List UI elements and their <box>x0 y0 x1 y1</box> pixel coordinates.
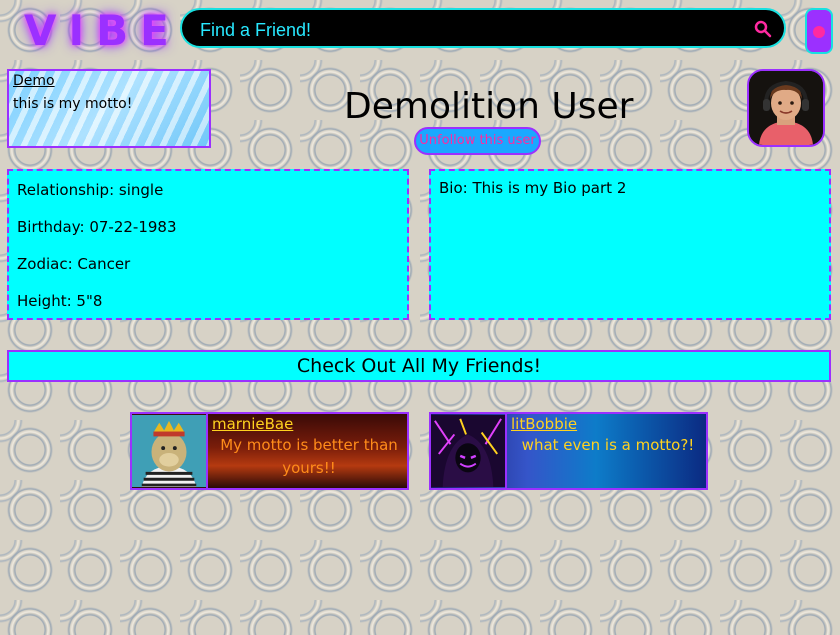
friend-avatar[interactable] <box>132 414 208 488</box>
friend-motto: My motto is better than yours!! <box>220 436 398 477</box>
friend-name[interactable]: litBobbie <box>511 415 577 433</box>
friend-name[interactable]: marnieBae <box>212 415 293 433</box>
motto-text: this is my motto! <box>13 96 133 112</box>
details-panel: Relationship: single Birthday: 07-22-198… <box>7 169 409 320</box>
avatar-icon <box>749 71 823 145</box>
search-input[interactable] <box>198 18 742 42</box>
relationship-text: Relationship: single <box>17 181 164 199</box>
search-icon[interactable] <box>754 20 772 38</box>
user-icon <box>813 26 825 38</box>
friend-motto: what even is a motto?! <box>521 436 695 454</box>
birthday-text: Birthday: 07-22-1983 <box>17 218 177 236</box>
friend-card[interactable]: marnieBae My motto is better than yours!… <box>130 412 409 490</box>
vibe-logo[interactable]: VIBE <box>24 6 174 55</box>
height-text: Height: 5"8 <box>17 292 103 310</box>
page-title: Demolition User <box>344 86 634 127</box>
profile-avatar <box>747 69 825 147</box>
bio-panel: Bio: This is my Bio part 2 <box>429 169 831 320</box>
friend-avatar[interactable] <box>431 414 507 488</box>
friends-banner: Check Out All My Friends! <box>7 350 831 382</box>
search-bar <box>180 8 786 48</box>
profile-menu-button[interactable] <box>805 8 833 54</box>
friend-card[interactable]: litBobbie what even is a motto?! <box>429 412 708 490</box>
zodiac-text: Zodiac: Cancer <box>17 255 131 273</box>
motto-username[interactable]: Demo <box>13 73 55 89</box>
motto-card: Demo this is my motto! <box>7 69 211 148</box>
unfollow-button[interactable]: Unfollow this user <box>414 127 541 155</box>
bio-text: Bio: This is my Bio part 2 <box>439 179 627 197</box>
